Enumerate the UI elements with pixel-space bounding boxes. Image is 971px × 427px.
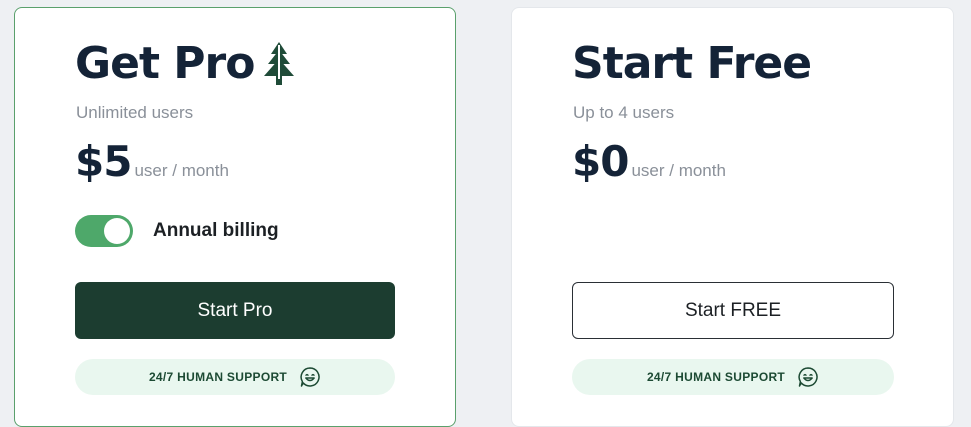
pro-price-unit: user / month [134, 161, 229, 180]
annual-billing-row: Annual billing [75, 215, 279, 247]
free-support-label: 24/7 HUMAN SUPPORT [646, 370, 786, 384]
free-price-row: $0 user / month [572, 136, 726, 188]
pine-tree-icon [264, 42, 295, 85]
pro-price-row: $5 user / month [75, 136, 229, 188]
pro-plan-title: Get Pro [75, 38, 298, 90]
pro-plan-title-text: Get Pro [75, 38, 255, 89]
free-plan-card: Start Free Up to 4 users $0 user / month… [511, 7, 954, 427]
pro-price: $5 [75, 137, 132, 186]
annual-billing-label: Annual billing [153, 220, 279, 241]
pro-plan-subtitle: Unlimited users [76, 103, 194, 122]
free-plan-subtitle: Up to 4 users [573, 103, 675, 122]
toggle-knob [104, 218, 130, 244]
smile-chat-icon [798, 367, 818, 387]
start-pro-button[interactable]: Start Pro [75, 282, 395, 339]
pro-support-badge: 24/7 HUMAN SUPPORT [75, 359, 395, 395]
pro-plan-card: Get Pro Unlimited users $5 user / month … [14, 7, 456, 427]
annual-billing-toggle[interactable] [75, 215, 133, 247]
pro-support-label: 24/7 HUMAN SUPPORT [148, 370, 288, 384]
free-support-badge: 24/7 HUMAN SUPPORT [572, 359, 894, 395]
free-plan-title-text: Start Free [572, 38, 812, 89]
start-free-button[interactable]: Start FREE [572, 282, 894, 339]
free-price-unit: user / month [631, 161, 726, 180]
smile-chat-icon [300, 367, 320, 387]
free-price: $0 [572, 137, 629, 186]
free-plan-title: Start Free [572, 38, 812, 90]
